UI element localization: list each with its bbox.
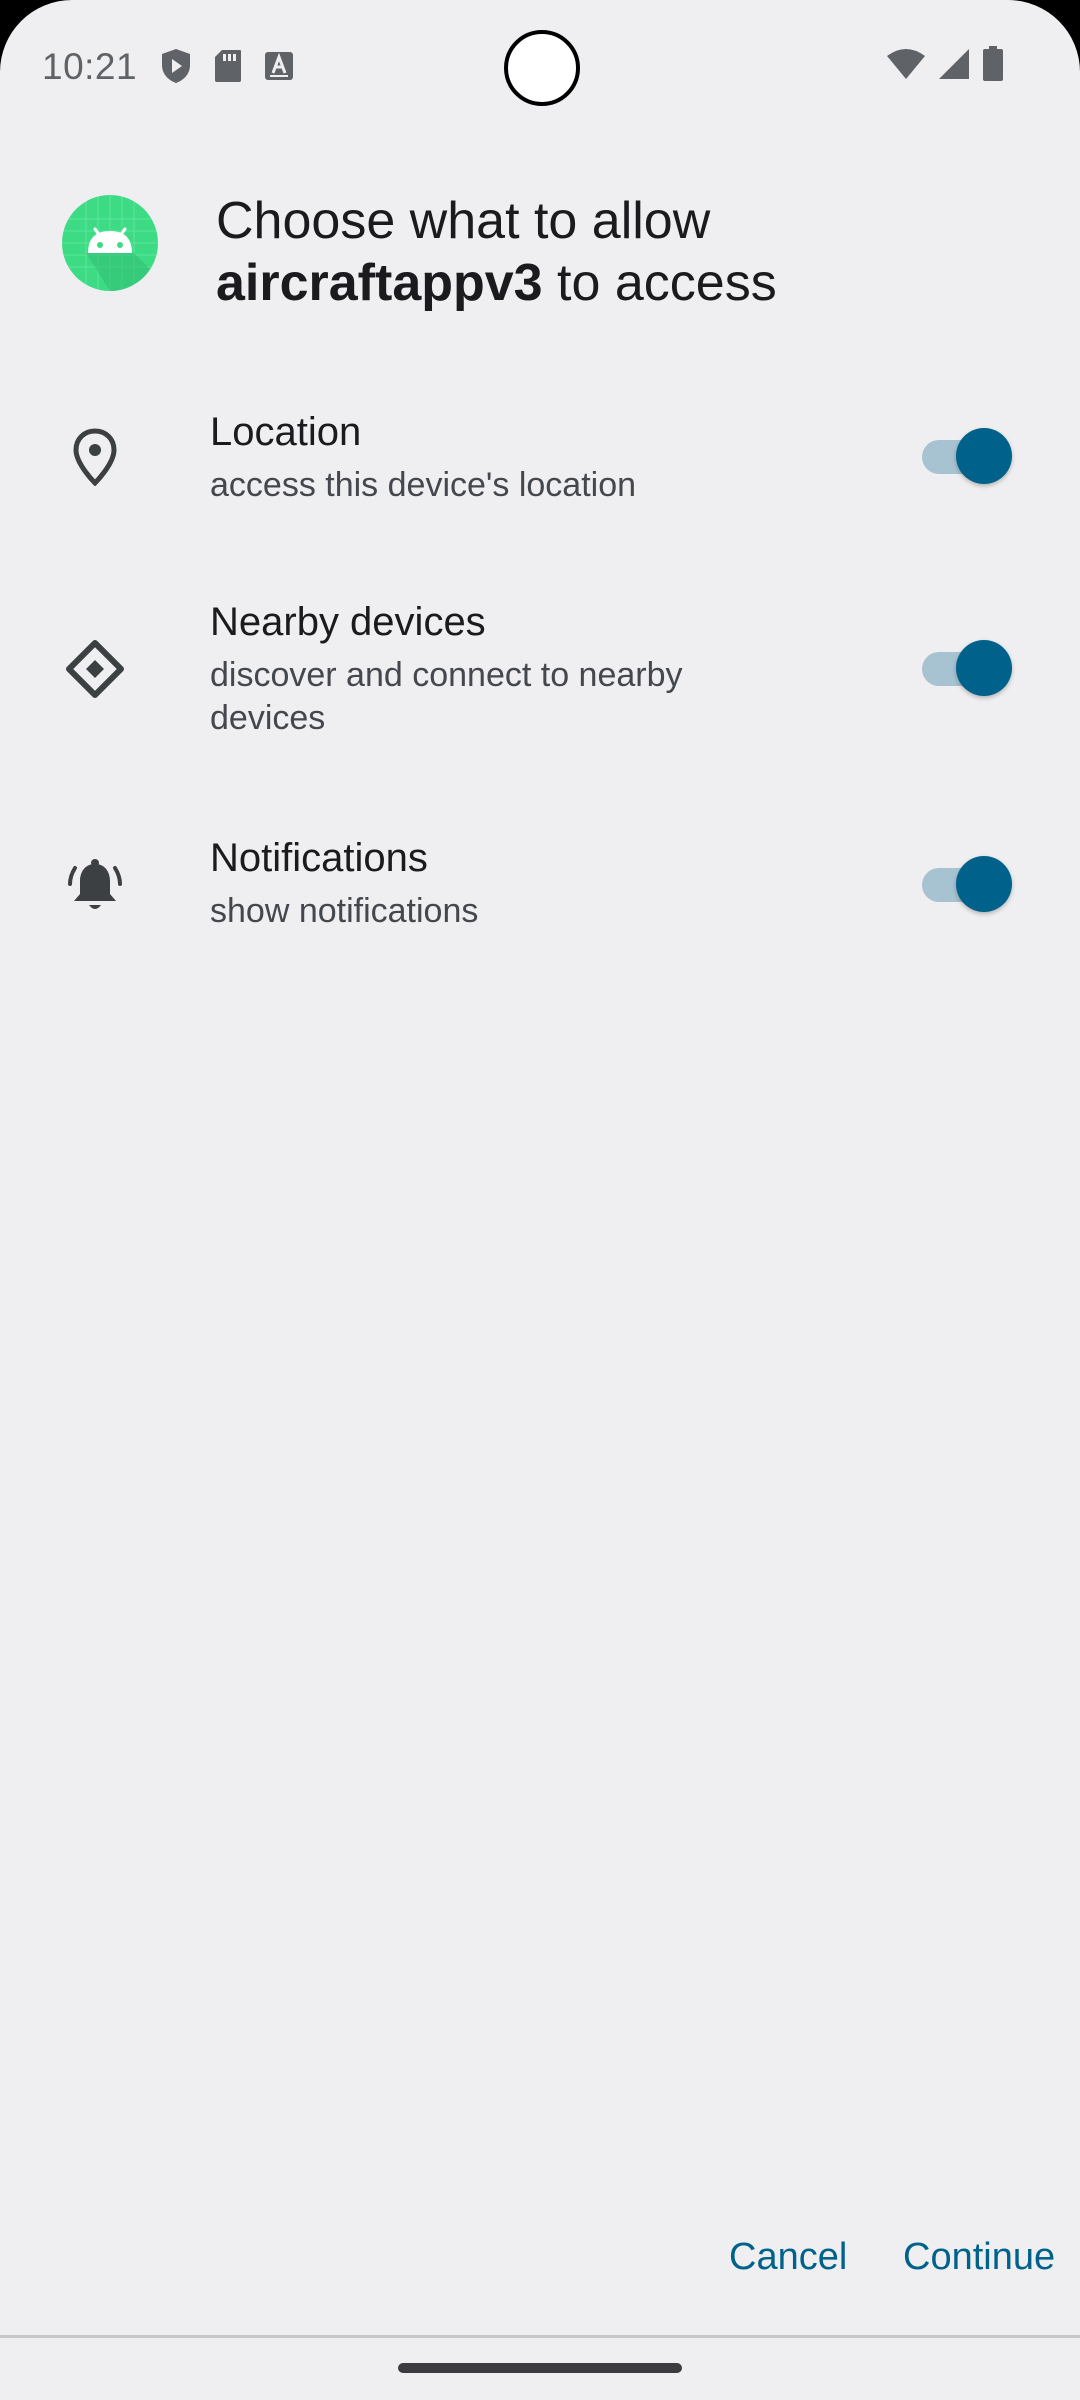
permission-subtitle: access this device's location <box>210 466 637 504</box>
permission-row-location[interactable]: Location access this device's location <box>0 400 1080 540</box>
keyboard-a-icon <box>264 51 294 81</box>
cancel-button[interactable]: Cancel <box>729 2236 847 2279</box>
cellular-signal-icon <box>938 48 970 80</box>
wifi-icon <box>886 48 926 80</box>
bell-icon <box>62 854 128 920</box>
permission-screen: 10:21 Choose what to allow aircraftappv3… <box>0 0 1080 2400</box>
dialog-header: Choose what to allow aircraftappv3 to ac… <box>62 190 1022 330</box>
permission-title: Location <box>210 410 362 454</box>
status-icons-left <box>160 48 294 84</box>
camera-cutout <box>504 30 580 106</box>
dialog-title: Choose what to allow aircraftappv3 to ac… <box>216 190 777 314</box>
android-app-icon <box>62 195 158 291</box>
permission-row-nearby-devices[interactable]: Nearby devices discover and connect to n… <box>0 592 1080 772</box>
title-suffix: to access <box>542 254 777 312</box>
permission-title: Nearby devices <box>210 600 486 644</box>
divider <box>0 2335 1080 2338</box>
permission-subtitle: discover and connect to nearby devices <box>210 656 683 737</box>
switch-thumb <box>956 640 1012 696</box>
permission-row-notifications[interactable]: Notifications show notifications <box>0 830 1080 970</box>
title-line-1: Choose what to allow <box>216 192 711 250</box>
permission-subtitle: show notifications <box>210 892 479 930</box>
nearby-devices-toggle[interactable] <box>922 640 1012 696</box>
switch-thumb <box>956 856 1012 912</box>
status-icons-right <box>886 46 1004 82</box>
title-line-2: aircraftappv3 to access <box>216 252 777 314</box>
shield-play-icon <box>160 48 192 84</box>
battery-icon <box>982 46 1004 82</box>
nearby-devices-icon <box>62 636 128 702</box>
status-time: 10:21 <box>42 46 138 87</box>
location-pin-icon <box>62 424 128 490</box>
continue-button[interactable]: Continue <box>903 2236 1055 2279</box>
location-toggle[interactable] <box>922 428 1012 484</box>
sd-card-icon <box>214 49 242 83</box>
switch-thumb <box>956 428 1012 484</box>
permission-title: Notifications <box>210 836 428 880</box>
notifications-toggle[interactable] <box>922 856 1012 912</box>
status-bar: 10:21 <box>0 0 1080 130</box>
app-name: aircraftappv3 <box>216 254 543 312</box>
home-indicator[interactable] <box>398 2363 682 2373</box>
